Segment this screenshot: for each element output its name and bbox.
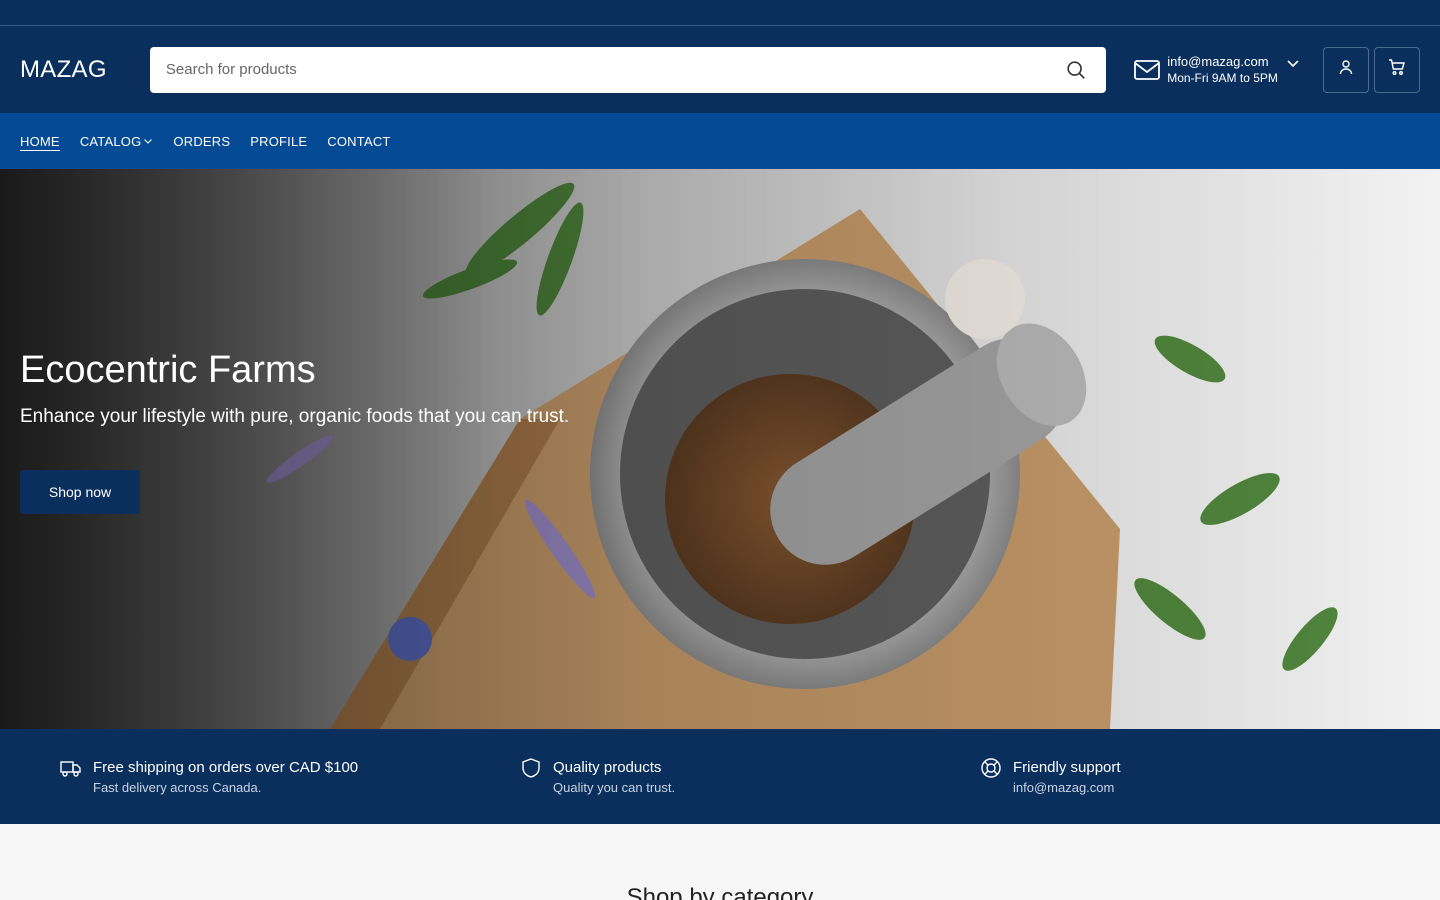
nav-item-catalog[interactable]: CATALOG — [80, 134, 154, 149]
feature-quality: Quality products Quality you can trust. — [520, 757, 980, 795]
category-section: Shop by category — [0, 824, 1440, 900]
contact-info[interactable]: info@mazag.com Mon-Fri 9AM to 5PM — [1133, 54, 1303, 86]
hero-title: Ecocentric Farms — [20, 349, 316, 391]
top-bar — [0, 0, 1440, 26]
feature-shipping: Free shipping on orders over CAD $100 Fa… — [60, 759, 520, 795]
nav-item-profile[interactable]: PROFILE — [250, 134, 307, 149]
hero-content: Ecocentric Farms Enhance your lifestyle … — [20, 349, 569, 514]
hero-subtitle: Enhance your lifestyle with pure, organi… — [20, 406, 570, 427]
feature-subtitle: Quality you can trust. — [553, 779, 676, 795]
chevron-down-icon[interactable] — [1286, 56, 1300, 70]
site-logo[interactable]: MAZAG — [20, 56, 150, 84]
nav-item-home[interactable]: HOME — [20, 134, 60, 149]
feature-title: Quality products — [553, 758, 662, 776]
features-bar: Free shipping on orders over CAD $100 Fa… — [0, 729, 1440, 824]
nav-item-contact[interactable]: CONTACT — [327, 134, 390, 149]
hero-banner: Ecocentric Farms Enhance your lifestyle … — [0, 169, 1440, 729]
contact-email: info@mazag.com — [1167, 53, 1269, 69]
feature-title: Friendly support — [1013, 758, 1121, 776]
lifebuoy-icon — [980, 757, 1002, 779]
section-heading: Shop by category — [626, 884, 814, 900]
main-nav: HOME CATALOG ORDERS PROFILE CONTACT — [0, 113, 1440, 169]
search-icon[interactable] — [1062, 56, 1090, 84]
cart-button[interactable] — [1374, 46, 1421, 93]
nav-item-orders[interactable]: ORDERS — [173, 134, 230, 149]
feature-subtitle: info@mazag.com — [1013, 779, 1115, 795]
site-header: MAZAG info@mazag.com Mon-Fri 9AM to 5PM — [0, 26, 1440, 113]
mail-icon — [1133, 56, 1161, 84]
feature-subtitle: Fast delivery across Canada. — [93, 779, 262, 795]
nav-item-label: CATALOG — [79, 133, 142, 149]
feature-support: Friendly support info@mazag.com — [980, 757, 1440, 795]
contact-hours: Mon-Fri 9AM to 5PM — [1167, 70, 1278, 85]
search-bar — [149, 46, 1107, 93]
shield-icon — [520, 757, 542, 779]
search-input[interactable] — [165, 61, 1063, 78]
account-button[interactable] — [1323, 46, 1370, 93]
chevron-down-icon — [143, 134, 153, 144]
shop-now-button[interactable]: Shop now — [20, 470, 140, 514]
user-icon — [1338, 59, 1354, 80]
truck-icon — [60, 757, 82, 779]
cart-icon — [1388, 58, 1406, 81]
feature-title: Free shipping on orders over CAD $100 — [93, 758, 359, 776]
